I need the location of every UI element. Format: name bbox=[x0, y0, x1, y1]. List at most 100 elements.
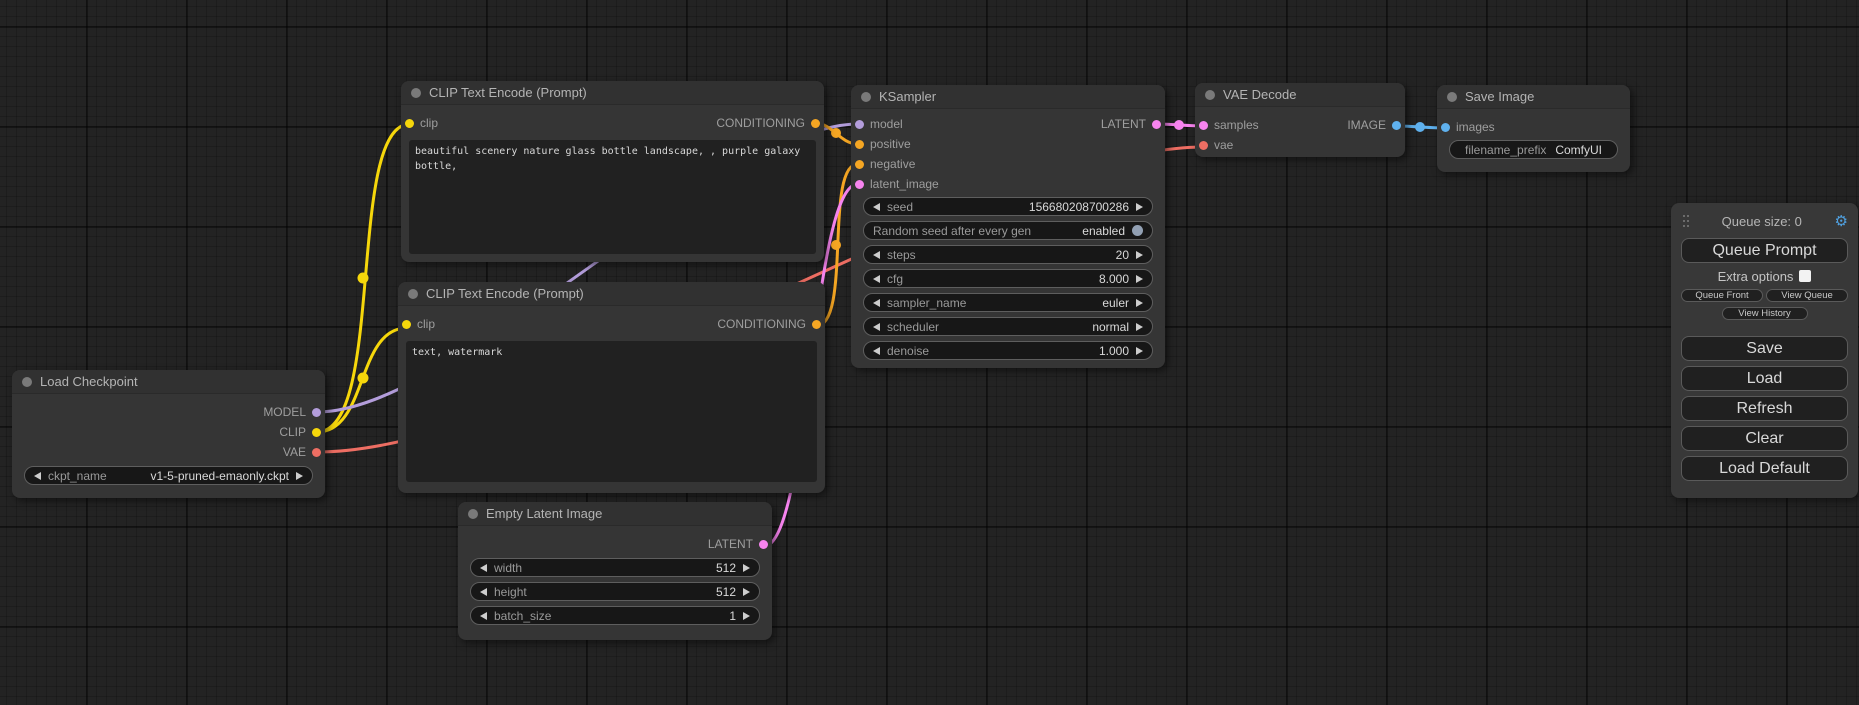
ckpt-name-widget[interactable]: ckpt_name v1-5-pruned-emaonly.ckpt bbox=[24, 466, 313, 485]
right-arrow-icon[interactable] bbox=[1136, 251, 1143, 259]
refresh-button[interactable]: Refresh bbox=[1681, 396, 1848, 421]
save-button[interactable]: Save bbox=[1681, 336, 1848, 361]
left-arrow-icon[interactable] bbox=[873, 251, 880, 259]
conditioning-port-icon[interactable] bbox=[812, 320, 821, 329]
model-port-icon[interactable] bbox=[855, 120, 864, 129]
output-vae[interactable]: VAE bbox=[283, 445, 321, 459]
node-titlebar[interactable]: KSampler bbox=[851, 85, 1165, 109]
right-arrow-icon[interactable] bbox=[1136, 299, 1143, 307]
right-arrow-icon[interactable] bbox=[1136, 275, 1143, 283]
right-arrow-icon[interactable] bbox=[743, 612, 750, 620]
left-arrow-icon[interactable] bbox=[873, 203, 880, 211]
output-conditioning[interactable]: CONDITIONING bbox=[717, 317, 821, 331]
queue-front-button[interactable]: Queue Front bbox=[1681, 289, 1763, 302]
input-clip[interactable]: clip bbox=[402, 317, 435, 331]
right-arrow-icon[interactable] bbox=[743, 564, 750, 572]
queue-prompt-button[interactable]: Queue Prompt bbox=[1681, 238, 1848, 263]
load-button[interactable]: Load bbox=[1681, 366, 1848, 391]
node-graph-canvas[interactable]: Load Checkpoint MODEL CLIP VAE bbox=[0, 0, 1859, 705]
input-latent-image[interactable]: latent_image bbox=[855, 177, 939, 191]
node-titlebar[interactable]: VAE Decode bbox=[1195, 83, 1405, 107]
collapse-dot-icon[interactable] bbox=[1205, 90, 1215, 100]
view-history-button[interactable]: View History bbox=[1722, 307, 1808, 320]
settings-gear-icon[interactable]: ⚙ bbox=[1835, 214, 1848, 229]
input-clip[interactable]: clip bbox=[405, 116, 438, 130]
left-arrow-icon[interactable] bbox=[873, 299, 880, 307]
latent-port-icon[interactable] bbox=[855, 180, 864, 189]
node-titlebar[interactable]: Load Checkpoint bbox=[12, 370, 325, 394]
clip-port-icon[interactable] bbox=[402, 320, 411, 329]
toggle-icon[interactable] bbox=[1132, 225, 1143, 236]
left-arrow-icon[interactable] bbox=[873, 323, 880, 331]
input-model[interactable]: model bbox=[855, 117, 903, 131]
clip-port-icon[interactable] bbox=[312, 428, 321, 437]
collapse-dot-icon[interactable] bbox=[1447, 92, 1457, 102]
output-latent[interactable]: LATENT bbox=[708, 537, 768, 551]
link-dot-positive[interactable] bbox=[831, 128, 841, 138]
prompt-textarea[interactable]: text, watermark bbox=[406, 341, 817, 482]
drag-handle-icon[interactable] bbox=[1683, 215, 1689, 227]
latent-port-icon[interactable] bbox=[1199, 121, 1208, 130]
node-titlebar[interactable]: CLIP Text Encode (Prompt) bbox=[398, 282, 825, 306]
conditioning-port-icon[interactable] bbox=[811, 119, 820, 128]
input-images[interactable]: images bbox=[1441, 120, 1495, 134]
link-dot-clip-2[interactable] bbox=[358, 373, 369, 384]
node-titlebar[interactable]: Save Image bbox=[1437, 85, 1630, 109]
vae-port-icon[interactable] bbox=[1199, 141, 1208, 150]
left-arrow-icon[interactable] bbox=[480, 588, 487, 596]
node-titlebar[interactable]: CLIP Text Encode (Prompt) bbox=[401, 81, 824, 105]
collapse-dot-icon[interactable] bbox=[408, 289, 418, 299]
output-image[interactable]: IMAGE bbox=[1347, 118, 1401, 132]
batch-size-widget[interactable]: batch_size 1 bbox=[470, 606, 760, 625]
right-arrow-icon[interactable] bbox=[1136, 347, 1143, 355]
right-arrow-icon[interactable] bbox=[296, 472, 303, 480]
conditioning-port-icon[interactable] bbox=[855, 160, 864, 169]
node-load-checkpoint[interactable]: Load Checkpoint MODEL CLIP VAE bbox=[12, 370, 325, 498]
latent-port-icon[interactable] bbox=[1152, 120, 1161, 129]
link-dot-image[interactable] bbox=[1415, 122, 1425, 132]
load-default-button[interactable]: Load Default bbox=[1681, 456, 1848, 481]
output-latent[interactable]: LATENT bbox=[1101, 117, 1161, 131]
image-port-icon[interactable] bbox=[1392, 121, 1401, 130]
input-positive[interactable]: positive bbox=[855, 137, 911, 151]
node-clip-text-encode-positive[interactable]: CLIP Text Encode (Prompt) clip CONDITION… bbox=[401, 81, 824, 262]
extra-options-checkbox[interactable] bbox=[1799, 270, 1811, 282]
collapse-dot-icon[interactable] bbox=[411, 88, 421, 98]
width-widget[interactable]: width 512 bbox=[470, 558, 760, 577]
left-arrow-icon[interactable] bbox=[34, 472, 41, 480]
sampler-name-widget[interactable]: sampler_name euler bbox=[863, 293, 1153, 312]
view-queue-button[interactable]: View Queue bbox=[1766, 289, 1848, 302]
right-arrow-icon[interactable] bbox=[1136, 203, 1143, 211]
denoise-widget[interactable]: denoise 1.000 bbox=[863, 341, 1153, 360]
input-samples[interactable]: samples bbox=[1199, 118, 1259, 132]
filename-prefix-widget[interactable]: filename_prefix ComfyUI bbox=[1449, 140, 1618, 159]
latent-port-icon[interactable] bbox=[759, 540, 768, 549]
scheduler-widget[interactable]: scheduler normal bbox=[863, 317, 1153, 336]
link-dot-latent[interactable] bbox=[1174, 120, 1184, 130]
node-empty-latent-image[interactable]: Empty Latent Image LATENT width 512 heig bbox=[458, 502, 772, 640]
image-port-icon[interactable] bbox=[1441, 123, 1450, 132]
node-save-image[interactable]: Save Image images filename_prefix ComfyU… bbox=[1437, 85, 1630, 172]
output-conditioning[interactable]: CONDITIONING bbox=[716, 116, 820, 130]
model-port-icon[interactable] bbox=[312, 408, 321, 417]
node-ksampler[interactable]: KSampler model LATENT positive bbox=[851, 85, 1165, 368]
output-model[interactable]: MODEL bbox=[263, 405, 321, 419]
link-dot-clip-1[interactable] bbox=[358, 273, 369, 284]
height-widget[interactable]: height 512 bbox=[470, 582, 760, 601]
node-vae-decode[interactable]: VAE Decode samples IMAGE vae bbox=[1195, 83, 1405, 157]
node-clip-text-encode-negative[interactable]: CLIP Text Encode (Prompt) clip CONDITION… bbox=[398, 282, 825, 493]
clip-port-icon[interactable] bbox=[405, 119, 414, 128]
vae-port-icon[interactable] bbox=[312, 448, 321, 457]
steps-widget[interactable]: steps 20 bbox=[863, 245, 1153, 264]
right-arrow-icon[interactable] bbox=[1136, 323, 1143, 331]
left-arrow-icon[interactable] bbox=[873, 347, 880, 355]
output-clip[interactable]: CLIP bbox=[279, 425, 321, 439]
node-titlebar[interactable]: Empty Latent Image bbox=[458, 502, 772, 526]
conditioning-port-icon[interactable] bbox=[855, 140, 864, 149]
right-arrow-icon[interactable] bbox=[743, 588, 750, 596]
collapse-dot-icon[interactable] bbox=[861, 92, 871, 102]
input-vae[interactable]: vae bbox=[1199, 138, 1233, 152]
left-arrow-icon[interactable] bbox=[480, 564, 487, 572]
clear-button[interactable]: Clear bbox=[1681, 426, 1848, 451]
collapse-dot-icon[interactable] bbox=[468, 509, 478, 519]
